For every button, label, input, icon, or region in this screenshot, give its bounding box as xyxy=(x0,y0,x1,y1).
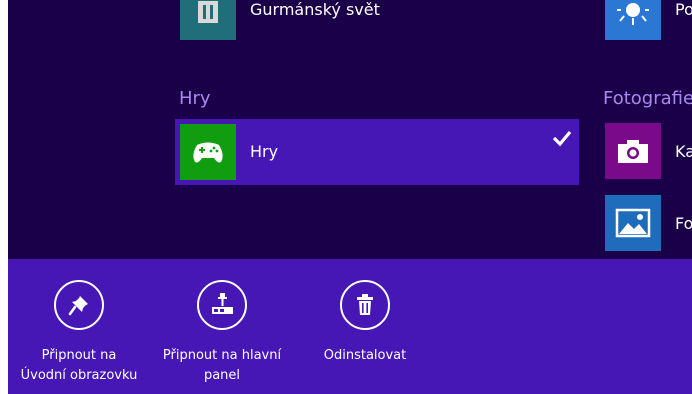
camera-icon xyxy=(618,140,648,163)
games-app-name: Hry xyxy=(250,142,279,161)
photo-icon xyxy=(615,208,651,238)
food-app-tile[interactable] xyxy=(180,0,236,40)
photos-app-tile[interactable] xyxy=(605,195,661,251)
pin-to-start-button[interactable]: Připnout na Úvodní obrazovku xyxy=(8,259,150,386)
trash-icon xyxy=(357,294,373,315)
taskbar-pin-icon xyxy=(212,293,233,314)
checkmark-icon xyxy=(552,130,572,147)
uninstall-button[interactable]: Odinstalovat xyxy=(315,259,415,366)
weather-app-name[interactable]: Po xyxy=(675,0,692,19)
pin-to-taskbar-label: Připnout na hlavní panel xyxy=(162,348,282,383)
xbox-controller-icon xyxy=(193,142,223,163)
taskbar-pin-icon-circle xyxy=(197,280,247,330)
uninstall-label: Odinstalovat xyxy=(323,348,407,363)
pin-icon xyxy=(68,296,88,316)
weather-app-tile[interactable] xyxy=(605,0,661,40)
pin-icon-circle xyxy=(54,280,104,330)
games-app-tile xyxy=(180,124,236,180)
photos-app-name[interactable]: Fo xyxy=(675,214,692,233)
start-screen-apps: Gurmánský svět Po Hry Hry Fotografie Ka … xyxy=(8,0,692,259)
sun-icon xyxy=(617,3,649,25)
camera-app-name[interactable]: Ka xyxy=(675,142,692,161)
food-app-icon xyxy=(198,1,218,23)
pin-to-taskbar-button[interactable]: Připnout na hlavní panel xyxy=(149,259,295,386)
food-app-name[interactable]: Gurmánský svět xyxy=(250,0,380,19)
group-header-games[interactable]: Hry xyxy=(179,88,211,109)
trash-icon-circle xyxy=(340,280,390,330)
camera-app-tile[interactable] xyxy=(605,123,661,179)
games-app-item[interactable]: Hry xyxy=(175,119,579,185)
group-header-photos[interactable]: Fotografie xyxy=(603,88,692,109)
pin-to-start-label: Připnout na Úvodní obrazovku xyxy=(20,348,138,383)
app-bar: Připnout na Úvodní obrazovku Připnout na… xyxy=(8,259,692,394)
